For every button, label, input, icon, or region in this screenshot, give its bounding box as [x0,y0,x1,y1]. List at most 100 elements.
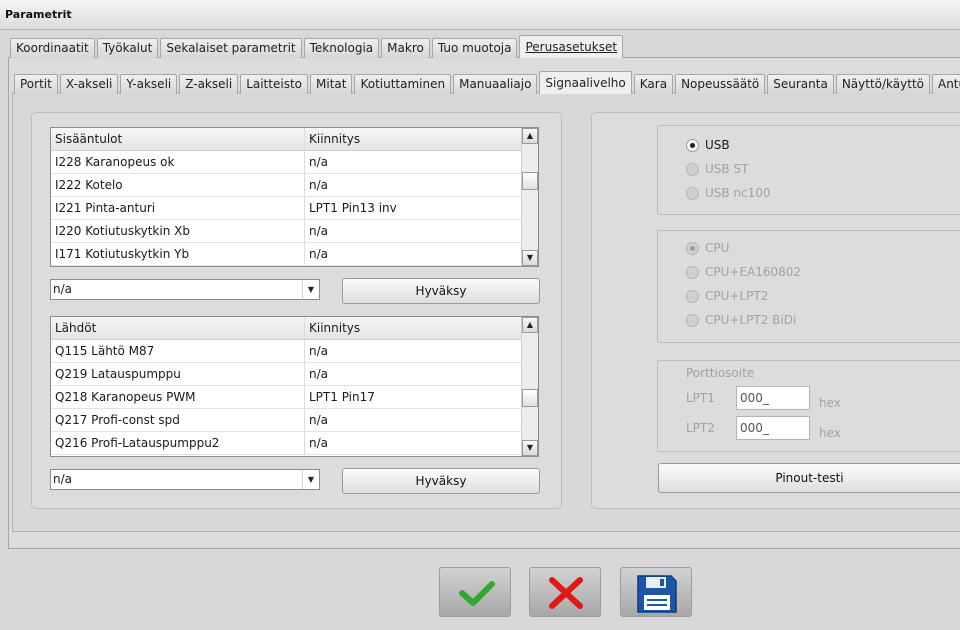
radio-unselected-icon [686,265,699,279]
lpt1-unit-label: hex [819,396,841,410]
radio-usb-label: USB [705,138,730,152]
input-signal-mapping: n/a [309,224,329,238]
inputs-accept-button[interactable]: Hyväksy [342,278,540,304]
radio-unselected-icon [686,162,699,176]
pinout-test-button[interactable]: Pinout-testi [658,463,960,493]
lpt2-address-input[interactable]: 000_ [736,416,810,440]
radio-cpu-lpt2-bidi-label: CPU+LPT2 BiDi [705,313,797,327]
tab-kara[interactable]: Kara [633,74,674,94]
input-signal-name: I220 Kotiutuskytkin Xb [51,220,305,242]
tab-naytto-kaytto[interactable]: Näyttö/käyttö [835,74,930,94]
inputs-table-header: Sisääntulot Kiinnitys [51,128,538,151]
scroll-down-icon[interactable]: ▼ [522,440,538,456]
save-button[interactable] [620,567,692,617]
tab-perusasetukset[interactable]: Perusasetukset [519,35,624,58]
input-signal-name: I171 Kotiutuskytkin Yb [51,243,305,265]
radio-usb-nc100[interactable]: USB nc100 [686,185,771,201]
output-signal-mapping: n/a [309,413,329,427]
scroll-thumb[interactable] [522,172,538,190]
main-tab-bar: Koordinaatit Työkalut Sekalaiset paramet… [10,35,625,58]
tab-makro[interactable]: Makro [381,38,430,58]
tab-manuaaliajo[interactable]: Manuaaliajo [453,74,538,94]
input-signal-mapping: n/a [309,155,329,169]
table-row[interactable]: Q115 Lähtö M87 n/a [51,340,538,363]
checkmark-icon [459,581,495,606]
output-signal-name: Q218 Karanopeus PWM [51,386,305,408]
table-row[interactable]: I222 Kotelo n/a [51,174,538,197]
input-signal-mapping: n/a [309,178,329,192]
cancel-button[interactable] [529,567,601,617]
inputs-mapping-select[interactable]: n/a ▼ [50,279,320,300]
tab-tuo-muotoja[interactable]: Tuo muotoja [431,38,518,58]
output-signal-name: Q216 Profi-Latauspumppu2 [51,432,305,454]
radio-cpu[interactable]: CPU [686,240,729,256]
outputs-table[interactable]: Lähdöt Kiinnitys Q115 Lähtö M87 n/a Q219… [50,316,539,457]
tab-kotiuttaminen[interactable]: Kotiuttaminen [354,74,452,94]
inputs-header-mapping: Kiinnitys [309,132,361,146]
scroll-thumb[interactable] [522,389,538,407]
tab-teknologia[interactable]: Teknologia [303,38,380,58]
radio-cpu-label: CPU [705,241,730,255]
table-row[interactable]: Q218 Karanopeus PWM LPT1 Pin17 [51,386,538,409]
input-signal-mapping: LPT1 Pin13 inv [309,201,397,215]
floppy-disk-icon [637,575,677,613]
table-row[interactable]: I221 Pinta-anturi LPT1 Pin13 inv [51,197,538,220]
radio-usb-st-label: USB ST [705,162,749,176]
tab-anturi[interactable]: Anturi [931,74,960,94]
outputs-mapping-select[interactable]: n/a ▼ [50,469,320,490]
radio-usb-st[interactable]: USB ST [686,161,748,177]
radio-cpu-lpt2[interactable]: CPU+LPT2 [686,288,768,304]
outputs-header-signal: Lähdöt [51,317,305,339]
table-row[interactable]: Q219 Latauspumppu n/a [51,363,538,386]
tab-sekalaiset-parametrit[interactable]: Sekalaiset parametrit [160,38,302,58]
table-row[interactable]: I220 Kotiutuskytkin Xb n/a [51,220,538,243]
table-row[interactable]: I228 Karanopeus ok n/a [51,151,538,174]
radio-selected-icon [686,138,699,152]
tab-nopeussaato[interactable]: Nopeussäätö [675,74,766,94]
outputs-scrollbar[interactable]: ▲ ▼ [521,317,538,456]
input-signal-mapping: n/a [309,247,329,261]
table-row[interactable]: Q216 Profi-Latauspumppu2 n/a [51,432,538,455]
radio-cpu-lpt2-bidi[interactable]: CPU+LPT2 BiDi [686,312,796,328]
inputs-table[interactable]: Sisääntulot Kiinnitys I228 Karanopeus ok… [50,127,539,267]
lpt2-label: LPT2 [686,421,715,435]
lpt1-address-input[interactable]: 000_ [736,386,810,410]
tab-y-akseli[interactable]: Y-akseli [120,74,178,94]
tab-z-akseli[interactable]: Z-akseli [179,74,239,94]
output-signal-mapping: n/a [309,344,329,358]
lpt1-label: LPT1 [686,391,715,405]
radio-unselected-icon [686,186,699,200]
chevron-down-icon[interactable]: ▼ [302,280,319,299]
lpt2-unit-label: hex [819,426,841,440]
tab-laitteisto[interactable]: Laitteisto [240,74,308,94]
tab-x-akseli[interactable]: X-akseli [59,74,119,94]
inputs-header-signal: Sisääntulot [51,128,305,150]
radio-cpu-ea160802[interactable]: CPU+EA160802 [686,264,801,280]
title-bar: Parametrit [0,0,960,30]
outputs-header-mapping: Kiinnitys [309,321,361,335]
radio-cpu-lpt2-label: CPU+LPT2 [705,289,769,303]
tab-tyokalut[interactable]: Työkalut [96,38,159,58]
output-signal-mapping: n/a [309,367,329,381]
scroll-up-icon[interactable]: ▲ [522,317,538,333]
outputs-table-header: Lähdöt Kiinnitys [51,317,538,340]
inputs-scrollbar[interactable]: ▲ ▼ [521,128,538,266]
tab-koordinaatit[interactable]: Koordinaatit [10,38,95,58]
scroll-down-icon[interactable]: ▼ [522,250,538,266]
window-title: Parametrit [5,8,72,21]
inputs-mapping-value: n/a [53,282,73,296]
tab-seuranta[interactable]: Seuranta [767,74,834,94]
tab-mitat[interactable]: Mitat [310,74,353,94]
tab-portit[interactable]: Portit [14,74,58,94]
radio-selected-icon [686,241,699,255]
scroll-up-icon[interactable]: ▲ [522,128,538,144]
chevron-down-icon[interactable]: ▼ [302,470,319,489]
outputs-accept-button[interactable]: Hyväksy [342,468,540,494]
tab-perusasetukset-label: Perusasetukset [525,40,618,54]
tab-signaalivelho[interactable]: Signaalivelho [539,71,632,94]
ok-button[interactable] [439,567,511,617]
radio-usb[interactable]: USB [686,137,730,153]
table-row[interactable]: I171 Kotiutuskytkin Yb n/a [51,243,538,266]
cross-icon [549,577,583,609]
table-row[interactable]: Q217 Profi-const spd n/a [51,409,538,432]
